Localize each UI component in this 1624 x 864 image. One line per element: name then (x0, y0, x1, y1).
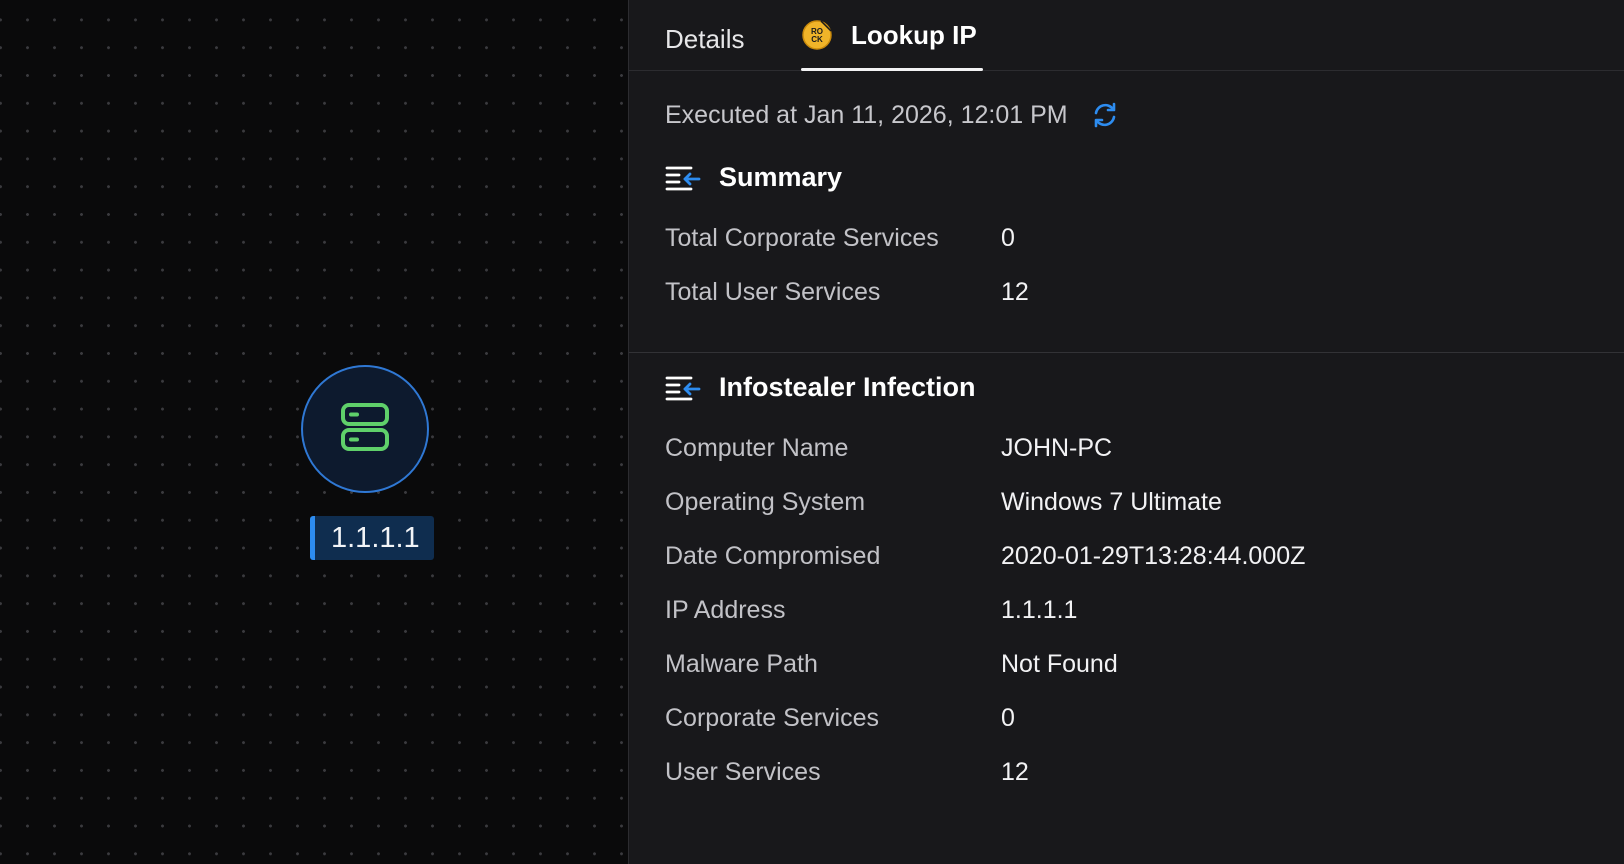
row-label: Malware Path (665, 650, 818, 678)
summary-row: Total User Services 12 (665, 278, 1029, 307)
row-value: 12 (1001, 758, 1029, 786)
graph-canvas[interactable]: 1.1.1.1 (0, 0, 628, 864)
server-icon (337, 399, 393, 460)
infection-heading: Infostealer Infection (665, 372, 976, 403)
refresh-icon[interactable] (1090, 100, 1120, 130)
row-value: 12 (1001, 278, 1029, 306)
tab-details[interactable]: Details (665, 24, 744, 55)
row-label: User Services (665, 758, 821, 786)
row-label: Operating System (665, 488, 866, 516)
ip-node-label[interactable]: 1.1.1.1 (310, 516, 434, 560)
summary-heading: Summary (665, 162, 842, 193)
summary-row: Total Corporate Services 0 (665, 224, 1015, 253)
ip-node[interactable] (301, 365, 429, 493)
tab-bar: Details RO CK Lookup IP (629, 0, 1624, 71)
row-value: Not Found (1001, 650, 1118, 678)
row-label: Total Corporate Services (665, 224, 939, 252)
infection-row: Corporate Services 0 (665, 704, 1015, 733)
executed-timestamp: Executed at Jan 11, 2026, 12:01 PM (665, 100, 1120, 130)
infection-title: Infostealer Infection (719, 372, 976, 402)
executed-text: Executed at Jan 11, 2026, 12:01 PM (665, 100, 1068, 129)
infection-row: User Services 12 (665, 758, 1029, 787)
infection-row: IP Address 1.1.1.1 (665, 596, 1077, 625)
row-value: JOHN-PC (1001, 434, 1113, 462)
svg-text:CK: CK (811, 35, 823, 44)
active-tab-indicator (801, 68, 983, 71)
row-label: Date Compromised (665, 542, 881, 570)
list-collapse-icon (665, 373, 701, 403)
list-collapse-icon (665, 163, 701, 193)
infection-row: Date Compromised 2020-01-29T13:28:44.000… (665, 542, 1305, 571)
row-value: 1.1.1.1 (1001, 596, 1078, 624)
row-label: IP Address (665, 596, 786, 624)
row-label: Computer Name (665, 434, 849, 462)
tab-lookup-ip-label: Lookup IP (851, 19, 977, 50)
summary-title: Summary (719, 162, 843, 192)
row-value: Windows 7 Ultimate (1001, 488, 1222, 516)
row-value: 0 (1001, 224, 1015, 252)
row-label: Total User Services (665, 278, 881, 306)
row-label: Corporate Services (665, 704, 879, 732)
infection-row: Computer Name JOHN-PC (665, 434, 1112, 463)
section-divider (629, 352, 1624, 353)
row-value: 0 (1001, 704, 1015, 732)
infection-row: Malware Path Not Found (665, 650, 1118, 679)
tab-lookup-ip[interactable]: RO CK Lookup IP (801, 0, 983, 71)
infection-row: Operating System Windows 7 Ultimate (665, 488, 1222, 517)
lookup-panel: Details RO CK Lookup IP Executed at Jan … (628, 0, 1624, 864)
rock-logo-icon: RO CK (801, 19, 833, 51)
row-value: 2020-01-29T13:28:44.000Z (1001, 542, 1306, 570)
